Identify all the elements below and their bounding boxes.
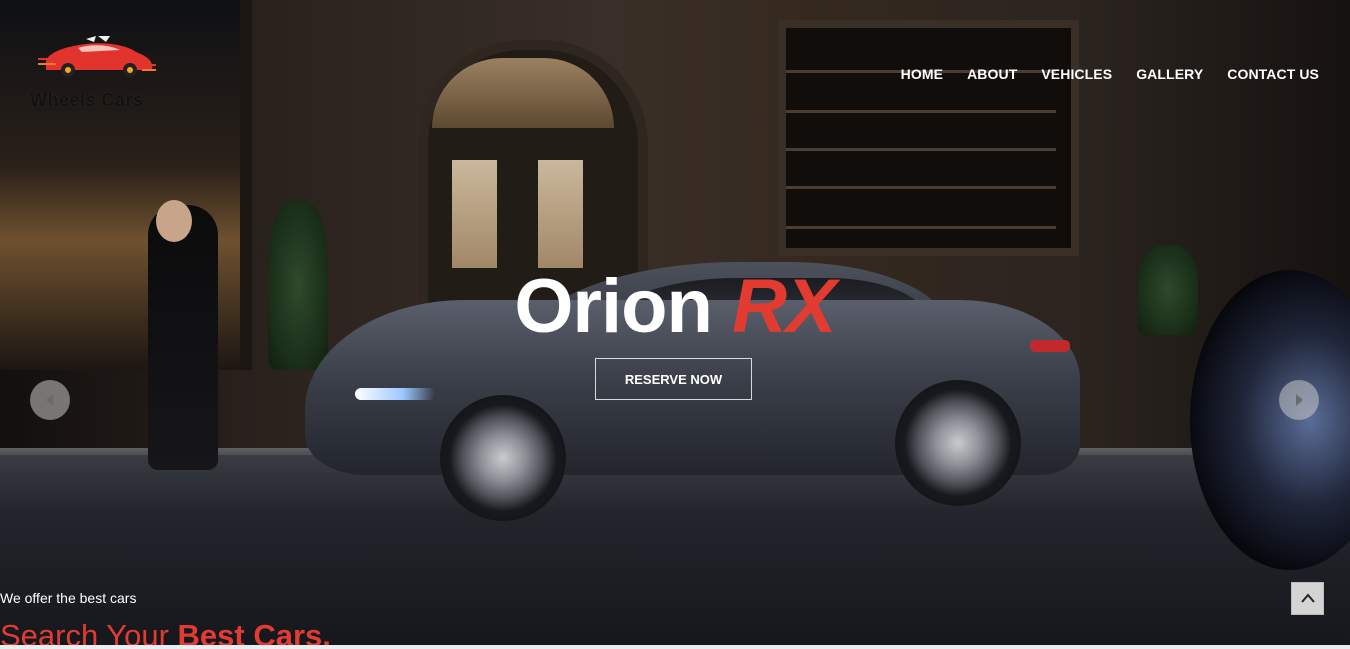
pedestrian-head [156, 200, 192, 242]
shelf [786, 186, 1056, 189]
hero-title: Orion RX [0, 262, 1350, 352]
hero-title-main: Orion [514, 264, 713, 349]
car-wheel [895, 380, 1021, 506]
nav-vehicles[interactable]: VEHICLES [1041, 66, 1112, 82]
page: Wheels Cars HOME ABOUT VEHICLES GALLERY … [0, 0, 1350, 649]
car-wheel [440, 395, 566, 521]
car-headlight [355, 388, 435, 400]
main-nav: HOME ABOUT VEHICLES GALLERY CONTACT US [901, 66, 1319, 82]
scroll-to-top-button[interactable] [1291, 582, 1324, 615]
brand-name: Wheels Cars [30, 90, 144, 110]
shelf [786, 148, 1056, 151]
hero-title-accent: RX [732, 264, 837, 349]
shop-window [778, 20, 1079, 256]
door-pane [538, 160, 583, 268]
nav-gallery[interactable]: GALLERY [1136, 66, 1203, 82]
nav-about[interactable]: ABOUT [967, 66, 1017, 82]
reserve-now-button[interactable]: RESERVE NOW [595, 358, 752, 400]
page-bottom-edge [0, 645, 1350, 649]
door-pane [452, 160, 497, 268]
shelf [786, 110, 1056, 113]
nav-contact-us[interactable]: CONTACT US [1227, 66, 1319, 82]
slider-next-button[interactable] [1279, 380, 1319, 420]
car-logo-icon [38, 36, 156, 77]
brand-logo[interactable]: Wheels Cars [10, 14, 175, 114]
chevron-left-icon [46, 394, 53, 406]
nav-home[interactable]: HOME [901, 66, 943, 82]
section-tagline: We offer the best cars [0, 590, 137, 606]
chevron-right-icon [1296, 394, 1303, 406]
chevron-up-icon [1300, 592, 1315, 603]
shelf [786, 226, 1056, 229]
slider-prev-button[interactable] [30, 380, 70, 420]
